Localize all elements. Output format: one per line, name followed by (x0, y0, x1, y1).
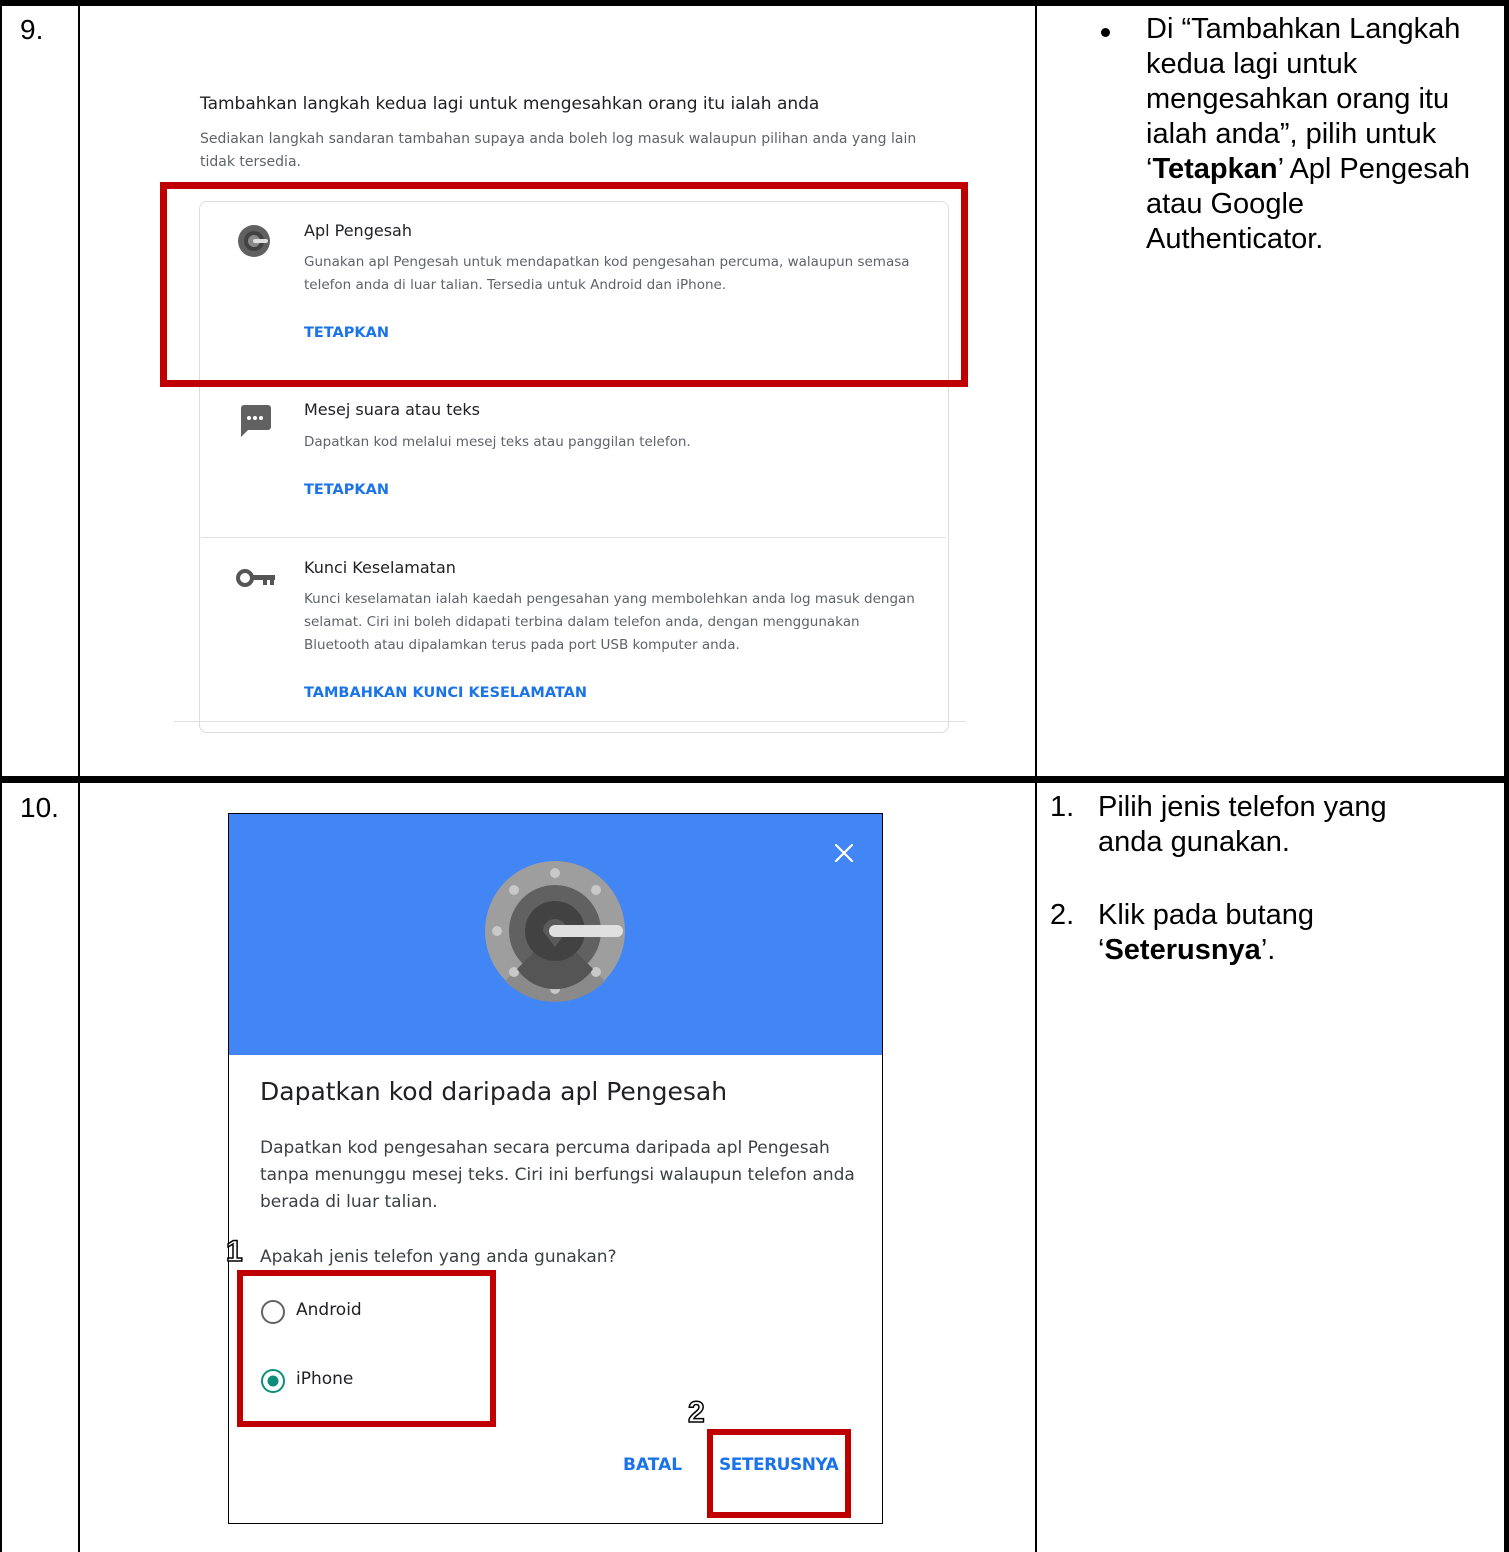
highlight-box-next-button (707, 1429, 851, 1518)
message-icon (238, 403, 272, 439)
table-border-left (0, 0, 2, 1552)
section-description: Sediakan langkah sandaran tambahan supay… (200, 131, 917, 170)
section-heading: Tambahkan langkah kedua lagi untuk menge… (200, 94, 820, 114)
marker-1: 1 (225, 1234, 243, 1269)
option-title-security-key: Kunci Keselamatan (304, 558, 456, 577)
option-title-message: Mesej suara atau teks (304, 400, 480, 419)
table-col-divider-1 (78, 0, 80, 1552)
option-divider (201, 537, 946, 538)
row-number: 10. (20, 792, 59, 823)
add-security-key-button[interactable]: TAMBAHKAN KUNCI KESELAMATAN (304, 685, 587, 701)
option-desc-security-key: Kunci keselamatan ialah kaedah pengesaha… (304, 591, 915, 653)
bullet-icon (1101, 28, 1110, 37)
step-number: 2. (1050, 899, 1075, 931)
setup-message-button[interactable]: TETAPKAN (304, 482, 389, 498)
dialog-title: Dapatkan kod daripada apl Pengesah (260, 1077, 728, 1106)
step-text: Pilih jenis telefon yang anda gunakan. (1098, 791, 1387, 858)
table-row-divider (0, 776, 1509, 783)
highlight-box-phone-options (237, 1270, 496, 1427)
step-number: 1. (1050, 791, 1075, 823)
table-border-right (1504, 0, 1509, 1552)
table-col-divider-2 (1035, 0, 1037, 1552)
key-icon (236, 568, 276, 588)
table-border-top (0, 0, 1509, 6)
step-bold: Seterusnya (1104, 934, 1261, 966)
authenticator-logo-icon (483, 859, 627, 1003)
instruction-bold: Tetapkan (1152, 153, 1278, 185)
close-icon[interactable] (834, 843, 854, 863)
row-number: 9. (20, 14, 44, 45)
card-bottom-line (174, 721, 966, 722)
option-desc-message: Dapatkan kod melalui mesej teks atau pan… (304, 434, 691, 450)
cancel-button[interactable]: BATAL (623, 1455, 682, 1475)
phone-type-question: Apakah jenis telefon yang anda gunakan? (260, 1247, 617, 1267)
marker-2: 2 (687, 1395, 705, 1430)
dialog-description: Dapatkan kod pengesahan secara percuma d… (260, 1138, 855, 1212)
highlight-box (160, 182, 968, 387)
instruction-text: Di “Tambahkan Langkah kedua lagi untuk m… (1146, 13, 1471, 255)
step-text: Klik pada butang ‘Seterusnya’. (1098, 899, 1315, 966)
